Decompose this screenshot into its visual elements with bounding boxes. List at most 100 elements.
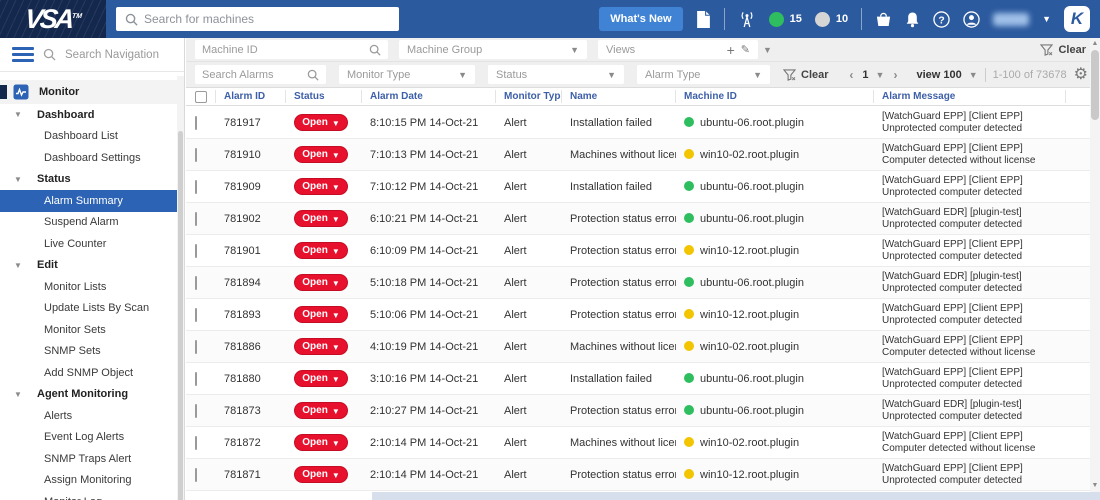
alarm-row-781909[interactable]: 781909 Open ▼ 7:10:12 PM 14-Oct-21 Alert Inst…: [186, 171, 1090, 203]
column-header-status[interactable]: Status: [286, 90, 362, 103]
horizontal-scrollbar[interactable]: [372, 492, 1100, 500]
machine-search-input[interactable]: [144, 12, 374, 26]
sidebar-item-agent-monitoring[interactable]: ▼ Agent Monitoring: [0, 384, 178, 406]
search-alarms-input[interactable]: [202, 68, 296, 81]
status-badge[interactable]: Open ▼: [294, 402, 348, 419]
machine-search[interactable]: [116, 7, 399, 31]
hamburger-menu-icon[interactable]: [12, 47, 34, 62]
sidebar-item-add-snmp-object[interactable]: Add SNMP Object: [0, 362, 178, 384]
alarm-type-select[interactable]: Alarm Type ▼: [637, 65, 770, 84]
nav-search-input[interactable]: [65, 48, 165, 61]
machine-id-filter[interactable]: [195, 40, 388, 59]
select-all-checkbox[interactable]: [195, 90, 207, 103]
status-badge[interactable]: Open ▼: [294, 210, 348, 227]
sidebar-item-snmp-traps-alert[interactable]: SNMP Traps Alert: [0, 448, 178, 470]
view-count-select[interactable]: view 100: [916, 69, 961, 81]
machine-group-select[interactable]: Machine Group ▼: [399, 40, 587, 59]
sidebar-item-monitor[interactable]: Monitor: [0, 80, 178, 104]
sidebar-item-alerts[interactable]: Alerts: [0, 405, 178, 427]
user-icon[interactable]: [963, 10, 980, 28]
sidebar-item-monitor-log[interactable]: Monitor Log: [0, 491, 178, 500]
monitor-type-select[interactable]: Monitor Type ▼: [339, 65, 475, 84]
sidebar-item-monitor-sets[interactable]: Monitor Sets: [0, 319, 178, 341]
chevron-down-icon[interactable]: ▼: [1042, 14, 1051, 24]
sidebar-item-dashboard-list[interactable]: Dashboard List: [0, 126, 178, 148]
status-badge[interactable]: Open ▼: [294, 274, 348, 291]
views-select[interactable]: Views + ✎: [598, 40, 758, 59]
column-header-monitor-type[interactable]: Monitor Type: [496, 90, 562, 103]
alarm-row-781880[interactable]: 781880 Open ▼ 3:10:16 PM 14-Oct-21 Alert Inst…: [186, 363, 1090, 395]
clear-machine-filters-button[interactable]: Clear: [1040, 44, 1086, 56]
column-header-alarm-id[interactable]: Alarm ID: [216, 90, 286, 103]
row-checkbox[interactable]: [195, 307, 197, 322]
column-header-alarm-message[interactable]: Alarm Message: [874, 90, 1066, 103]
document-icon[interactable]: [696, 10, 711, 28]
sidebar-item-suspend-alarm[interactable]: Suspend Alarm: [0, 212, 178, 234]
alarm-row-781872[interactable]: 781872 Open ▼ 2:10:14 PM 14-Oct-21 Alert Mach…: [186, 427, 1090, 459]
offline-status-circle[interactable]: [814, 11, 830, 27]
column-header-machine-id[interactable]: Machine ID: [676, 90, 874, 103]
basket-icon[interactable]: [875, 11, 892, 27]
help-icon[interactable]: ?: [933, 10, 950, 28]
sidebar-item-status[interactable]: ▼ Status: [0, 169, 178, 191]
sidebar-item-snmp-sets[interactable]: SNMP Sets: [0, 341, 178, 363]
row-checkbox[interactable]: [195, 275, 197, 290]
chevron-down-icon[interactable]: ▼: [876, 70, 885, 80]
status-badge[interactable]: Open ▼: [294, 370, 348, 387]
clear-alarm-filters-button[interactable]: Clear: [783, 69, 829, 81]
sidebar-item-dashboard-settings[interactable]: Dashboard Settings: [0, 147, 178, 169]
kaseya-logo[interactable]: K: [1064, 6, 1090, 32]
alarm-row-781886[interactable]: 781886 Open ▼ 4:10:19 PM 14-Oct-21 Alert Mach…: [186, 331, 1090, 363]
add-view-icon[interactable]: +: [727, 43, 735, 57]
row-checkbox[interactable]: [195, 339, 197, 354]
sidebar-item-monitor-lists[interactable]: Monitor Lists: [0, 276, 178, 298]
vertical-scrollbar[interactable]: ▲ ▼: [1090, 38, 1100, 492]
sidebar-item-alarm-summary[interactable]: Alarm Summary: [0, 190, 178, 212]
status-badge[interactable]: Open ▼: [294, 114, 348, 131]
row-checkbox[interactable]: [195, 435, 197, 450]
status-select[interactable]: Status ▼: [488, 65, 624, 84]
scroll-up-arrow[interactable]: ▲: [1090, 39, 1100, 49]
row-checkbox[interactable]: [195, 243, 197, 258]
status-badge[interactable]: Open ▼: [294, 434, 348, 451]
whats-new-button[interactable]: What's New: [599, 7, 683, 31]
row-checkbox[interactable]: [195, 147, 197, 162]
chevron-down-icon[interactable]: ▼: [763, 45, 772, 55]
sidebar-item-event-log-alerts[interactable]: Event Log Alerts: [0, 427, 178, 449]
row-checkbox[interactable]: [195, 403, 197, 418]
chevron-down-icon[interactable]: ▼: [969, 70, 978, 80]
edit-view-icon[interactable]: ✎: [741, 43, 750, 56]
next-page-button[interactable]: ›: [891, 68, 899, 82]
search-alarms-filter[interactable]: [195, 65, 326, 84]
status-badge[interactable]: Open ▼: [294, 178, 348, 195]
alarm-row-781910[interactable]: 781910 Open ▼ 7:10:13 PM 14-Oct-21 Alert Mach…: [186, 139, 1090, 171]
bell-icon[interactable]: [905, 11, 920, 28]
collapse-chevron-icon[interactable]: ▼: [14, 261, 24, 270]
column-header-alarm-date[interactable]: Alarm Date: [362, 90, 496, 103]
sidebar-item-edit[interactable]: ▼ Edit: [0, 255, 178, 277]
sidebar-item-dashboard[interactable]: ▼ Dashboard: [0, 104, 178, 126]
prev-page-button[interactable]: ‹: [847, 68, 855, 82]
row-checkbox[interactable]: [195, 179, 197, 194]
scroll-down-arrow[interactable]: ▼: [1090, 481, 1100, 491]
alarm-row-781894[interactable]: 781894 Open ▼ 5:10:18 PM 14-Oct-21 Alert Prot…: [186, 267, 1090, 299]
alarm-row-781901[interactable]: 781901 Open ▼ 6:10:09 PM 14-Oct-21 Alert Prot…: [186, 235, 1090, 267]
sidebar-scrollbar-thumb[interactable]: [178, 131, 183, 500]
status-badge[interactable]: Open ▼: [294, 338, 348, 355]
online-status-circle[interactable]: [768, 11, 784, 27]
alarm-row-781871[interactable]: 781871 Open ▼ 2:10:14 PM 14-Oct-21 Alert Prot…: [186, 459, 1090, 491]
sidebar-item-assign-monitoring[interactable]: Assign Monitoring: [0, 470, 178, 492]
collapse-chevron-icon[interactable]: ▼: [14, 110, 24, 119]
sidebar-item-live-counter[interactable]: Live Counter: [0, 233, 178, 255]
column-header-name[interactable]: Name: [562, 90, 676, 103]
row-checkbox[interactable]: [195, 371, 197, 386]
status-badge[interactable]: Open ▼: [294, 242, 348, 259]
row-checkbox[interactable]: [195, 115, 197, 130]
alarm-row-781893[interactable]: 781893 Open ▼ 5:10:06 PM 14-Oct-21 Alert Prot…: [186, 299, 1090, 331]
nav-search[interactable]: [0, 38, 184, 72]
alarm-row-781873[interactable]: 781873 Open ▼ 2:10:27 PM 14-Oct-21 Alert Prot…: [186, 395, 1090, 427]
machine-id-input[interactable]: [202, 43, 346, 56]
alarm-row-781902[interactable]: 781902 Open ▼ 6:10:21 PM 14-Oct-21 Alert Prot…: [186, 203, 1090, 235]
status-badge[interactable]: Open ▼: [294, 306, 348, 323]
page-number[interactable]: 1: [862, 69, 868, 81]
